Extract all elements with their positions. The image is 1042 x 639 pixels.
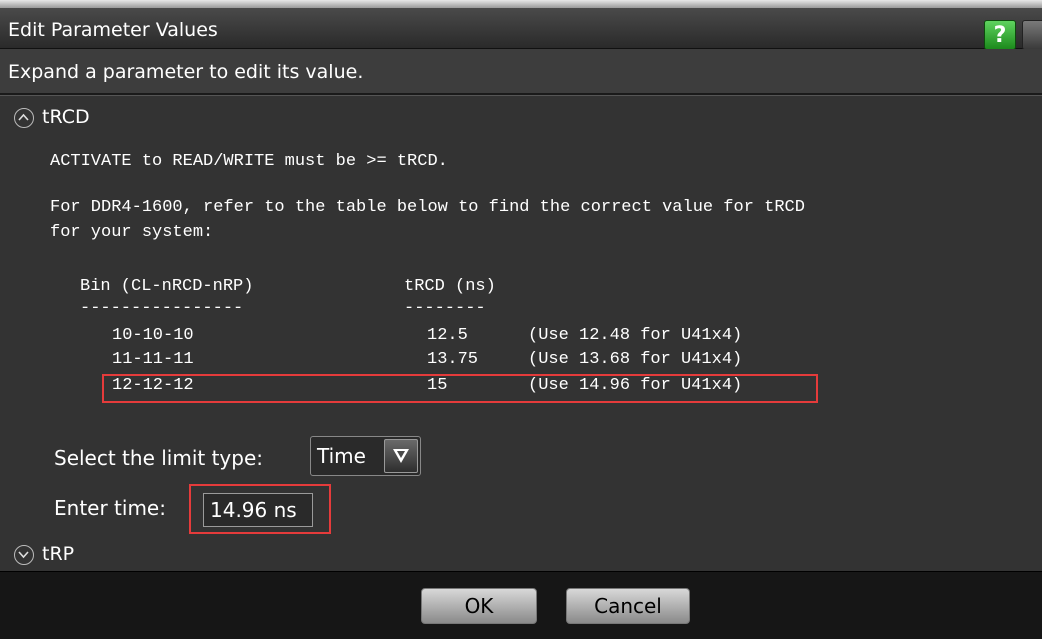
param-name-trcd[interactable]: tRCD bbox=[42, 106, 90, 128]
ok-button[interactable]: OK bbox=[421, 588, 537, 624]
expand-icon[interactable] bbox=[14, 545, 34, 565]
table-cell-trcd: 12.5 bbox=[427, 326, 468, 345]
help-button[interactable]: ? bbox=[984, 20, 1016, 50]
limit-type-value: Time bbox=[317, 444, 366, 468]
table-cell-trcd: 13.75 bbox=[427, 350, 479, 369]
param-description: For DDR4-1600, refer to the table below … bbox=[50, 198, 805, 217]
param-name-trp[interactable]: tRP bbox=[42, 543, 74, 565]
table-cell-note: (Use 12.48 for U41x4) bbox=[528, 326, 743, 345]
table-header-bin: Bin (CL-nRCD-nRP) bbox=[80, 277, 254, 296]
time-input[interactable]: 14.96 ns bbox=[203, 493, 313, 527]
table-cell-note: (Use 14.96 for U41x4) bbox=[528, 376, 743, 395]
edit-parameter-dialog: Edit Parameter Values ? Expand a paramet… bbox=[0, 0, 1042, 639]
dropdown-arrow-icon[interactable] bbox=[384, 439, 418, 473]
table-cell-bin: 10-10-10 bbox=[112, 326, 194, 345]
parameter-list: tRCD ACTIVATE to READ/WRITE must be >= t… bbox=[0, 95, 1042, 572]
button-bar: OK Cancel bbox=[0, 571, 1042, 639]
table-cell-note: (Use 13.68 for U41x4) bbox=[528, 350, 743, 369]
collapse-icon[interactable] bbox=[14, 108, 34, 128]
table-cell-bin: 12-12-12 bbox=[112, 376, 194, 395]
limit-type-label: Select the limit type: bbox=[54, 446, 264, 470]
dialog-title: Edit Parameter Values bbox=[8, 19, 218, 41]
table-cell-bin: 11-11-11 bbox=[112, 350, 194, 369]
table-cell-trcd: 15 bbox=[427, 376, 448, 395]
instruction-text: Expand a parameter to edit its value. bbox=[8, 61, 364, 83]
limit-type-select[interactable]: Time bbox=[310, 436, 421, 476]
param-description: ACTIVATE to READ/WRITE must be >= tRCD. bbox=[50, 152, 448, 171]
cancel-button[interactable]: Cancel bbox=[566, 588, 690, 624]
table-rule: -------- bbox=[404, 299, 486, 318]
close-button[interactable] bbox=[1022, 20, 1042, 50]
time-label: Enter time: bbox=[54, 496, 166, 520]
table-header-trcd: tRCD (ns) bbox=[404, 277, 496, 296]
time-input-value: 14.96 ns bbox=[210, 498, 297, 522]
param-description: for your system: bbox=[50, 223, 214, 242]
instruction-bar: Expand a parameter to edit its value. bbox=[0, 49, 1042, 95]
table-rule: ---------------- bbox=[80, 299, 244, 318]
window-top-edge bbox=[0, 0, 1042, 8]
title-bar: Edit Parameter Values ? bbox=[0, 8, 1042, 50]
